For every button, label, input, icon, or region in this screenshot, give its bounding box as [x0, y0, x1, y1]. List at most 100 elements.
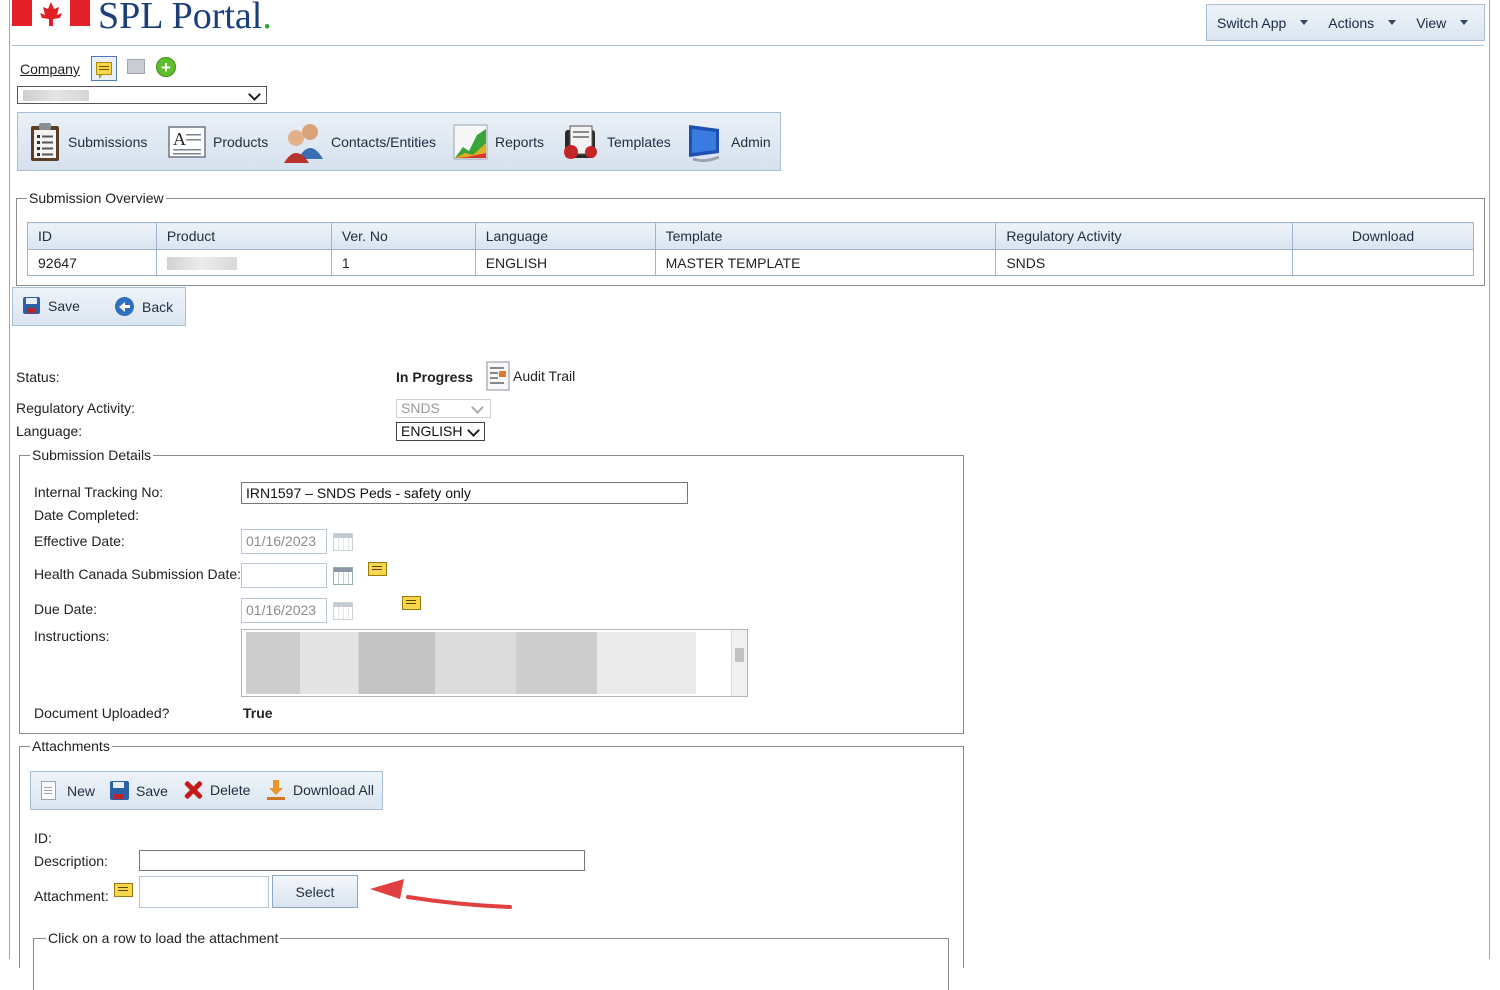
download-all-button[interactable]: Download All — [267, 780, 374, 800]
chevron-down-icon — [467, 424, 480, 437]
chevron-down-icon — [1300, 20, 1309, 25]
attachments-toolbar: New Save Delete Download All — [30, 771, 383, 810]
table-header-row: ID Product Ver. No Language Template Reg… — [27, 222, 1474, 250]
document-uploaded-value: True — [243, 705, 273, 721]
col-header[interactable]: ID — [27, 222, 157, 250]
col-header[interactable]: Product — [155, 222, 332, 250]
attachment-file-input[interactable] — [139, 876, 269, 908]
app-title-text: SPL Portal — [98, 0, 263, 37]
new-attachment-button[interactable]: New — [41, 781, 95, 800]
col-header[interactable]: Template — [654, 222, 997, 250]
new-document-icon — [41, 781, 56, 800]
document-font-icon: A — [168, 125, 206, 158]
overview-table: ID Product Ver. No Language Template Reg… — [27, 222, 1474, 276]
section-legend: Click on a row to load the attachment — [48, 930, 279, 946]
page-toolbar: Save Back — [12, 287, 186, 326]
col-header[interactable]: Ver. No — [330, 222, 476, 250]
col-header[interactable]: Language — [474, 222, 656, 250]
instructions-textarea[interactable] — [241, 629, 748, 697]
due-date-input: 01/16/2023 — [241, 598, 327, 623]
regulatory-activity-label: Regulatory Activity: — [16, 400, 136, 416]
module-label: Products — [213, 133, 269, 150]
effective-date-label: Effective Date: — [34, 533, 125, 549]
col-header[interactable]: Regulatory Activity — [995, 222, 1294, 250]
save-attachment-button[interactable]: Save — [110, 781, 168, 800]
module-label: Admin — [731, 133, 771, 150]
attachment-id-label: ID: — [34, 830, 52, 846]
description-input[interactable] — [139, 850, 585, 871]
status-value: In Progress — [396, 369, 474, 385]
add-company-icon[interactable]: + — [156, 57, 176, 77]
attachment-label: Attachment: — [34, 888, 109, 904]
view-menu[interactable]: View — [1406, 15, 1478, 31]
canada-flag-logo — [12, 0, 90, 26]
cell-activity: SNDS — [995, 249, 1294, 276]
note-icon[interactable] — [368, 562, 387, 576]
tracking-label: Internal Tracking No: — [34, 484, 164, 500]
cell-language: ENGLISH — [474, 249, 656, 276]
module-label: Submissions — [68, 133, 148, 150]
scrollbar[interactable] — [731, 630, 747, 696]
delete-attachment-button[interactable]: Delete — [183, 780, 250, 800]
regulatory-activity-select: SNDS — [396, 399, 491, 418]
actions-menu[interactable]: Actions — [1318, 15, 1406, 31]
clipboard-icon — [31, 122, 59, 161]
description-label: Description: — [34, 853, 108, 869]
effective-date-input: 01/16/2023 — [241, 529, 327, 554]
module-toolbar: Submissions A Products Contacts/Entities… — [17, 112, 781, 171]
status-label: Status: — [16, 369, 60, 385]
comment-icon[interactable] — [127, 59, 145, 74]
section-legend: Submission Overview — [29, 190, 164, 206]
cell-id: 92647 — [27, 249, 157, 276]
module-contacts[interactable]: Contacts/Entities — [283, 113, 436, 170]
note-icon[interactable] — [114, 883, 133, 897]
calendar-icon — [333, 533, 353, 551]
language-label: Language: — [16, 423, 83, 439]
monitor-icon — [689, 124, 720, 162]
table-row[interactable]: 92647 1 ENGLISH MASTER TEMPLATE SNDS — [27, 249, 1474, 276]
module-submissions[interactable]: Submissions — [28, 113, 147, 170]
chart-icon — [453, 124, 488, 159]
note-icon — [96, 62, 112, 79]
tracking-input[interactable]: IRN1597 – SNDS Peds - safety only — [241, 482, 688, 504]
module-admin[interactable]: Admin — [685, 113, 771, 170]
module-label: Contacts/Entities — [331, 133, 437, 150]
app-title: SPL Portal. — [98, 0, 272, 38]
module-products[interactable]: A Products — [167, 113, 268, 170]
svg-text:A: A — [173, 129, 186, 149]
delete-icon — [183, 780, 203, 800]
templates-icon — [564, 125, 597, 159]
language-select[interactable]: ENGLISH — [396, 422, 485, 441]
chevron-down-icon — [1388, 20, 1397, 25]
company-notes-button[interactable] — [91, 56, 117, 81]
due-date-label: Due Date: — [34, 601, 98, 617]
cell-product — [155, 249, 332, 276]
save-button[interactable]: Save — [23, 297, 80, 314]
col-header[interactable]: Download — [1292, 222, 1474, 250]
cell-download[interactable] — [1292, 249, 1474, 276]
cell-ver: 1 — [330, 249, 476, 276]
instructions-label: Instructions: — [34, 628, 110, 644]
attachment-list-section: Click on a row to load the attachment — [33, 930, 949, 990]
redacted-value — [23, 90, 89, 101]
select-file-button[interactable]: Select — [272, 875, 358, 908]
switch-app-menu[interactable]: Switch App — [1207, 15, 1318, 31]
download-icon — [267, 780, 285, 800]
audit-trail-icon[interactable] — [486, 361, 510, 391]
company-select[interactable] — [17, 86, 267, 104]
audit-trail-link[interactable]: Audit Trail — [513, 368, 575, 384]
hc-submission-date-input[interactable] — [241, 563, 327, 588]
module-label: Reports — [495, 133, 545, 150]
note-icon[interactable] — [402, 596, 421, 610]
section-legend: Attachments — [32, 738, 110, 754]
red-arrow-annotation — [370, 879, 512, 909]
top-menu: Switch App Actions View — [1206, 4, 1485, 41]
section-legend: Submission Details — [32, 447, 152, 463]
module-templates[interactable]: Templates — [561, 113, 671, 170]
company-link[interactable]: Company — [20, 61, 80, 77]
document-uploaded-label: Document Uploaded? — [34, 705, 170, 721]
module-reports[interactable]: Reports — [453, 113, 544, 170]
calendar-icon[interactable] — [333, 567, 353, 585]
back-button[interactable]: Back — [115, 297, 173, 316]
save-icon — [110, 781, 129, 800]
